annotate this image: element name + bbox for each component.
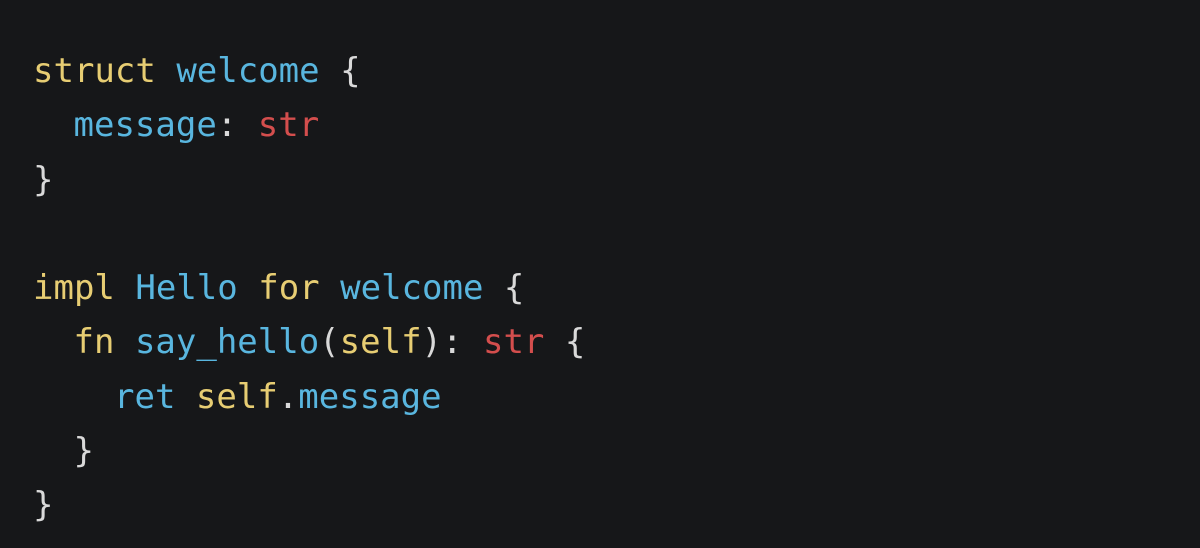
close-brace: } bbox=[73, 431, 94, 472]
code-line-6: fn say_hello(self): str { bbox=[33, 315, 586, 369]
colon: : bbox=[216, 105, 238, 146]
open-paren: ( bbox=[319, 322, 340, 363]
close-brace: } bbox=[33, 485, 54, 526]
dot: . bbox=[277, 376, 299, 417]
close-paren-colon: ): bbox=[421, 322, 463, 363]
impl-target: welcome bbox=[340, 268, 484, 309]
keyword-impl: impl bbox=[33, 268, 115, 309]
keyword-ret: ret bbox=[114, 376, 176, 417]
close-brace: } bbox=[33, 159, 54, 200]
self-ref: self bbox=[195, 376, 278, 417]
code-line-4-empty bbox=[33, 207, 585, 261]
struct-name: welcome bbox=[176, 51, 320, 91]
field-type: str bbox=[257, 105, 320, 146]
code-line-7: ret self.message bbox=[33, 370, 585, 424]
keyword-fn: fn bbox=[73, 322, 115, 363]
code-block[interactable]: struct welcome { message: str } impl Hel… bbox=[33, 44, 585, 533]
code-line-8: } bbox=[33, 424, 585, 478]
field-name: message bbox=[73, 105, 217, 146]
return-type: str bbox=[482, 322, 545, 363]
trait-name: Hello bbox=[135, 268, 238, 309]
code-line-9: } bbox=[33, 478, 585, 532]
keyword-for: for bbox=[258, 268, 320, 309]
open-brace: { bbox=[340, 51, 361, 91]
param-self: self bbox=[339, 322, 422, 363]
keyword-struct: struct bbox=[33, 51, 156, 91]
code-line-1: struct welcome { bbox=[33, 44, 585, 98]
code-line-2: message: str bbox=[33, 98, 585, 152]
code-editor: struct welcome { message: str } impl Hel… bbox=[0, 0, 1200, 548]
code-line-3: } bbox=[33, 153, 585, 207]
function-name: say_hello bbox=[134, 322, 320, 363]
open-brace: { bbox=[503, 268, 525, 309]
member-access: message bbox=[298, 376, 442, 417]
code-line-5: impl Hello for welcome { bbox=[33, 261, 585, 315]
open-brace: { bbox=[564, 322, 586, 363]
